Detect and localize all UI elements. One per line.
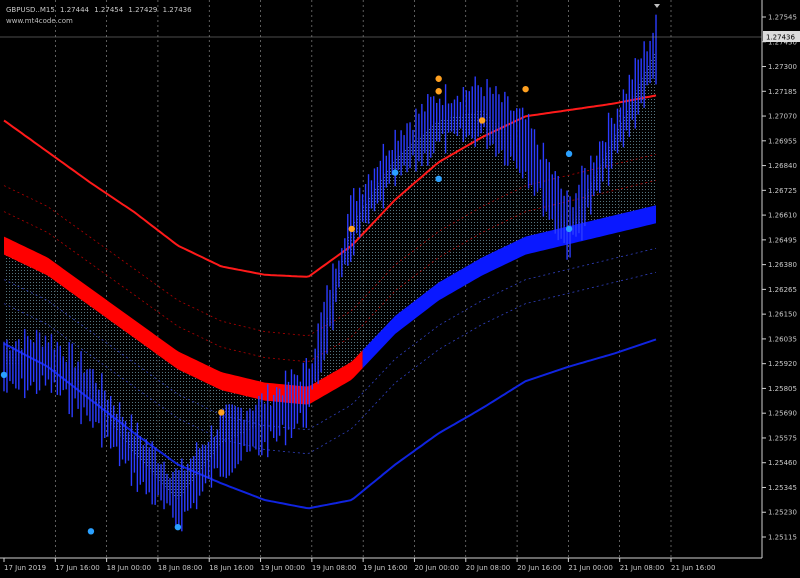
chart-header: GBPUSD..M15 1.27444 1.27454 1.27429 1.27… [6, 6, 195, 14]
price-tick-label: 1.26035 [768, 335, 797, 343]
signal-marker-orange [435, 88, 442, 95]
time-tick-label: 21 Jun 16:00 [671, 564, 715, 572]
signal-marker-blue [87, 528, 95, 535]
price-tick-label: 1.25345 [768, 484, 797, 492]
price-tick-label: 1.26725 [768, 187, 797, 195]
ohlc-low: 1.27429 [128, 6, 158, 14]
price-tick-label: 1.27545 [768, 14, 797, 22]
price-tick-label: 1.25460 [768, 459, 797, 467]
price-tick-label: 1.26265 [768, 286, 797, 294]
ohlc-high: 1.27454 [94, 6, 124, 14]
time-tick-label: 19 Jun 08:00 [312, 564, 356, 572]
signal-marker-blue [435, 175, 442, 183]
price-chart[interactable]: 1.275451.274301.273001.271851.270701.269… [0, 0, 800, 578]
time-tick-label: 19 Jun 16:00 [363, 564, 407, 572]
price-tick-label: 1.26610 [768, 212, 797, 220]
ohlc-open: 1.27444 [60, 6, 89, 14]
signal-marker-orange [478, 117, 486, 124]
price-tick-label: 1.25115 [768, 534, 797, 542]
price-tick-label: 1.25805 [768, 385, 797, 393]
price-tick-label: 1.27185 [768, 88, 797, 96]
signal-marker-blue [565, 225, 573, 233]
signal-marker-blue [0, 371, 8, 379]
price-tick-label: 1.25230 [768, 509, 797, 517]
time-tick-label: 21 Jun 00:00 [568, 564, 612, 572]
shift-marker-icon[interactable] [654, 4, 660, 8]
current-price-label: 1.27436 [766, 34, 795, 42]
time-tick-label: 20 Jun 00:00 [414, 564, 458, 572]
ohlc-close: 1.27436 [162, 6, 192, 14]
time-tick-label: 19 Jun 00:00 [261, 564, 305, 572]
time-tick-label: 17 Jun 2019 [4, 564, 46, 572]
signal-marker-blue [565, 150, 573, 158]
time-tick-label: 20 Jun 16:00 [517, 564, 561, 572]
symbol-label: GBPUSD..M15 [6, 6, 55, 14]
signal-marker-orange [348, 225, 355, 233]
time-tick-label: 21 Jun 08:00 [620, 564, 664, 572]
time-tick-label: 18 Jun 08:00 [158, 564, 202, 572]
time-tick-label: 20 Jun 08:00 [466, 564, 510, 572]
price-tick-label: 1.26150 [768, 311, 797, 319]
time-tick-label: 17 Jun 16:00 [55, 564, 99, 572]
price-tick-label: 1.26955 [768, 137, 797, 145]
price-tick-label: 1.26380 [768, 261, 797, 269]
signal-marker-blue [392, 169, 399, 176]
time-tick-label: 18 Jun 00:00 [107, 564, 151, 572]
signal-marker-orange [218, 409, 225, 416]
signal-marker-orange [522, 85, 529, 93]
price-tick-label: 1.26495 [768, 236, 797, 244]
price-tick-label: 1.26840 [768, 162, 797, 170]
price-tick-label: 1.25690 [768, 410, 797, 418]
signal-marker-orange [435, 75, 442, 82]
time-tick-label: 18 Jun 16:00 [209, 564, 253, 572]
price-tick-label: 1.25575 [768, 434, 797, 442]
price-tick-label: 1.25920 [768, 360, 797, 368]
price-tick-label: 1.27070 [768, 113, 797, 121]
price-tick-label: 1.27300 [768, 63, 797, 71]
signal-marker-blue [174, 523, 182, 531]
site-label: www.mt4code.com [6, 17, 73, 25]
